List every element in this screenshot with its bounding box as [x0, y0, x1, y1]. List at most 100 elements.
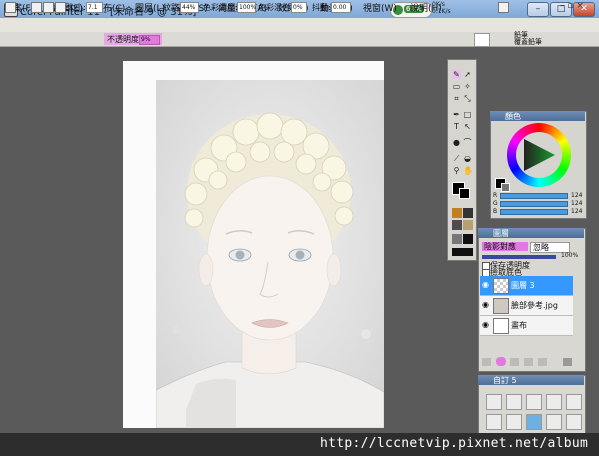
layer-opacity-value: 100% — [561, 252, 579, 259]
brush-reset-icon[interactable] — [5, 2, 16, 13]
gradient-selector-icon[interactable] — [463, 208, 473, 218]
brush-category-icon[interactable] — [498, 2, 509, 13]
color-concentration-label: 色彩濃度: — [203, 3, 238, 12]
visibility-eye-icon[interactable]: ◉ — [482, 300, 489, 309]
layer-mask-icon[interactable] — [510, 358, 519, 366]
saturation-triangle[interactable] — [521, 137, 557, 173]
property-bar — [0, 32, 599, 47]
pattern-selector-icon[interactable] — [452, 220, 462, 230]
layer-name: 臉部參考.jpg — [511, 301, 558, 310]
shape-select-icon[interactable]: ↖ — [463, 122, 472, 131]
size-label: 大小: — [67, 3, 86, 12]
nozzle-selector-icon[interactable] — [463, 234, 473, 244]
custom-brush-icon[interactable] — [486, 394, 502, 410]
custom-brush-icon[interactable] — [566, 414, 582, 430]
slider-r[interactable] — [500, 193, 568, 199]
custom-brush-icon[interactable] — [546, 394, 562, 410]
brush-variant-name: 覆蓋鉛筆 — [514, 38, 542, 46]
opacity-field[interactable]: 9% — [139, 35, 160, 45]
layer-thumbnail — [493, 318, 509, 334]
layer-row[interactable]: ◉ 畫布 — [480, 316, 573, 336]
slider-g[interactable] — [500, 201, 568, 207]
jitter-field[interactable]: 0.00 — [331, 2, 351, 13]
brush-selector[interactable]: 鉛筆 覆蓋鉛筆 — [514, 32, 542, 46]
paper-selector-icon[interactable] — [452, 208, 462, 218]
custom-brush-icon[interactable] — [546, 414, 562, 430]
text-icon[interactable]: T — [452, 122, 461, 131]
grain-field[interactable]: 44% — [180, 2, 199, 13]
layer-thumbnail — [493, 298, 509, 314]
custom-brush-icon[interactable] — [566, 394, 582, 410]
menu-layers[interactable]: 圖層(L) — [135, 1, 165, 14]
delete-layer-icon[interactable] — [563, 358, 572, 366]
size-field[interactable]: 7.1 — [86, 2, 103, 13]
cloner-icon[interactable]: ● — [452, 138, 461, 147]
slider-r-label: R — [493, 192, 498, 199]
magic-wand-icon[interactable]: ✧ — [463, 82, 472, 91]
weave-selector-icon[interactable] — [463, 220, 473, 230]
color-mix-field[interactable]: 0% — [291, 2, 307, 13]
paint-bucket-icon[interactable]: ◒ — [463, 154, 472, 163]
custom-brush-icon[interactable] — [526, 414, 542, 430]
menu-bar — [0, 18, 599, 33]
custom-palette-title: 自訂 5 — [493, 376, 517, 385]
opacity-label: 不透明度: — [107, 35, 142, 44]
rubber-stamp-icon[interactable]: ⌒ — [463, 138, 472, 147]
menu-help[interactable]: 說明(H) — [410, 1, 442, 14]
portrait-image — [156, 80, 384, 428]
layer-commands-icon[interactable] — [482, 358, 491, 366]
document-window-controls[interactable]: – ▫ × — [560, 1, 584, 11]
jitter-label: 抖動: — [312, 3, 331, 12]
visibility-eye-icon[interactable]: ◉ — [482, 320, 489, 329]
transform-icon[interactable]: ⤡ — [463, 94, 472, 103]
layer-adjuster-icon[interactable]: ➚ — [463, 70, 472, 79]
layer-opacity-slider[interactable] — [482, 255, 556, 259]
slider-b[interactable] — [500, 209, 568, 215]
visibility-eye-icon[interactable]: ◉ — [482, 280, 489, 289]
magnifier-icon[interactable]: ⚲ — [452, 166, 461, 175]
new-layer-icon[interactable] — [538, 358, 547, 366]
crop-icon[interactable]: ⌗ — [452, 94, 461, 103]
reference-photo[interactable] — [156, 80, 384, 428]
minimize-button[interactable]: – — [527, 2, 549, 17]
colors-panel-title: 顏色 — [505, 112, 521, 121]
shape-icon[interactable]: □ — [463, 110, 472, 119]
brush-tool-icon[interactable]: ✎ — [452, 70, 461, 79]
toolbox: ✎ ➚ ▭ ✧ ⌗ ⤡ ✒ □ T ↖ ● ⌒ ⟋ ◒ ⚲ ✋ — [447, 59, 477, 261]
stroke-type-icon[interactable] — [43, 2, 54, 13]
look-selector-icon[interactable] — [452, 234, 462, 244]
color-concentration-field[interactable]: 100% — [237, 2, 256, 13]
slider-b-label: B — [493, 208, 498, 215]
method-icon[interactable] — [55, 2, 66, 13]
custom-brush-icon[interactable] — [506, 394, 522, 410]
custom-brush-icon[interactable] — [526, 394, 542, 410]
menu-window[interactable]: 視窗(W) — [363, 1, 397, 14]
dropper-icon[interactable]: ⟋ — [452, 154, 461, 163]
additional-color-swatch[interactable] — [459, 188, 470, 199]
layer-name: 圖層 3 — [511, 281, 535, 290]
dab-type-icon[interactable] — [31, 2, 42, 13]
composite-method-select[interactable]: 陰影對應 — [482, 242, 528, 251]
media-selector-icon[interactable] — [452, 248, 473, 256]
layer-thumbnail — [493, 278, 509, 294]
pen-icon[interactable]: ✒ — [452, 110, 461, 119]
custom-brush-icon[interactable] — [486, 414, 502, 430]
visibility-mask-icon[interactable] — [524, 358, 533, 366]
color-secondary-swatch[interactable] — [501, 183, 510, 192]
color-mix-label: 色彩混合: — [258, 3, 293, 12]
hue-ring[interactable] — [507, 123, 571, 187]
slider-r-value: 124 — [571, 192, 583, 199]
slider-b-value: 124 — [571, 208, 583, 215]
brush-preview-icon[interactable] — [474, 33, 490, 47]
layer-row[interactable]: ◉ 臉部參考.jpg — [480, 296, 573, 316]
layer-row[interactable]: ◉ 圖層 3 — [480, 276, 573, 296]
layer-name: 畫布 — [511, 321, 527, 330]
dynamic-plugins-icon[interactable] — [496, 357, 506, 366]
rect-select-icon[interactable]: ▭ — [452, 82, 461, 91]
grabber-icon[interactable]: ✋ — [463, 166, 473, 175]
slider-g-label: G — [493, 200, 498, 207]
slider-g-value: 124 — [571, 200, 583, 207]
layers-panel-title: 圖層 — [493, 229, 509, 238]
custom-brush-icon[interactable] — [506, 414, 522, 430]
grain-label: 紋路: — [163, 3, 182, 12]
